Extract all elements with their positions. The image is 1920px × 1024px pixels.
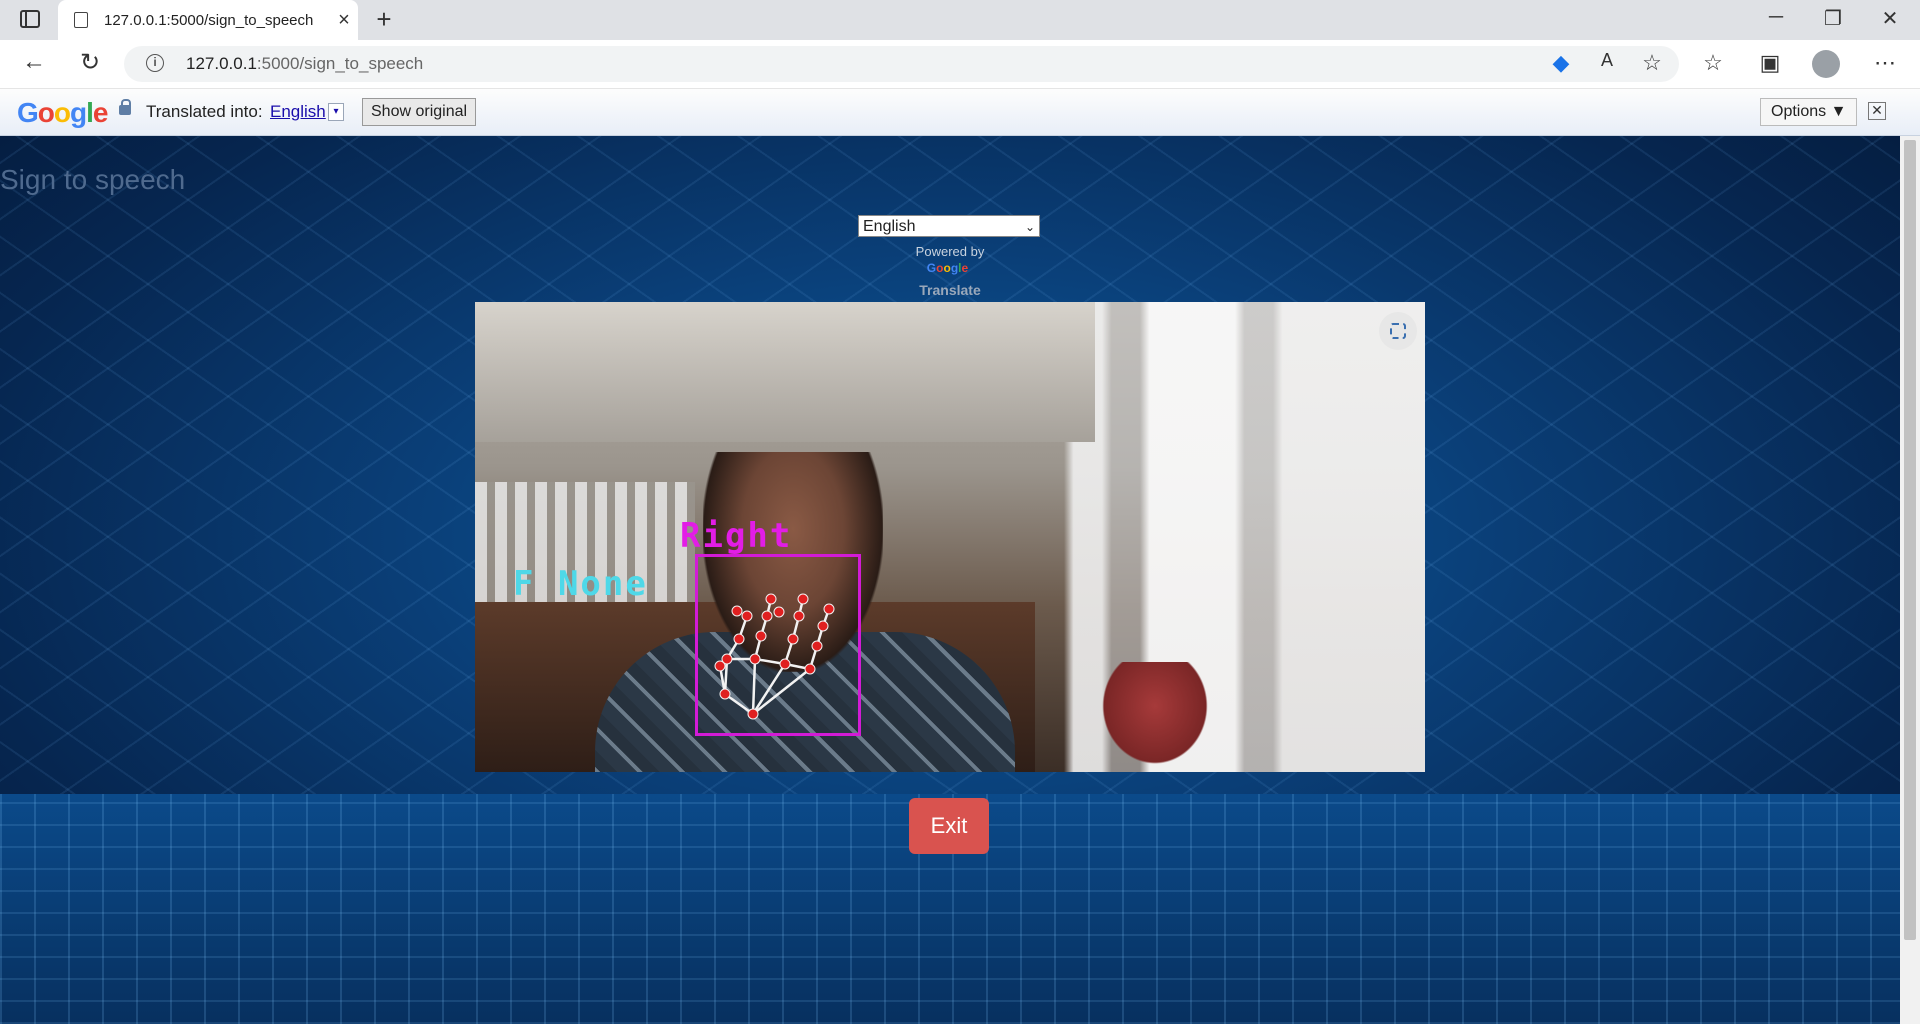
exit-button[interactable]: Exit bbox=[909, 798, 989, 854]
translated-into-label: Translated into: bbox=[146, 102, 263, 121]
address-bar: ← ↻ i 127.0.0.1:5000/sign_to_speech ◆ A … bbox=[0, 40, 1920, 89]
tab-bar: 127.0.0.1:5000/sign_to_speech × + ─ ❐ ✕ bbox=[0, 0, 1920, 40]
ceiling bbox=[475, 302, 1095, 442]
close-translate-bar-icon[interactable]: ✕ bbox=[1868, 102, 1886, 120]
google-small-logo: Google bbox=[926, 261, 969, 275]
url-text: 127.0.0.1:5000/sign_to_speech bbox=[186, 54, 424, 73]
close-window-button[interactable]: ✕ bbox=[1870, 6, 1910, 31]
chevron-down-icon: ⌄ bbox=[1024, 220, 1035, 234]
tab-actions-icon[interactable] bbox=[20, 10, 40, 28]
handedness-label: Right bbox=[680, 516, 793, 556]
lock-icon bbox=[119, 99, 131, 115]
add-favorite-icon[interactable]: ☆ bbox=[1637, 50, 1667, 76]
more-menu-icon[interactable]: ⋯ bbox=[1870, 50, 1900, 76]
browser-tab[interactable]: 127.0.0.1:5000/sign_to_speech × bbox=[58, 0, 358, 40]
powered-by-label: Powered by bbox=[915, 244, 985, 259]
scrollbar-thumb[interactable] bbox=[1904, 140, 1916, 940]
language-dropdown-icon[interactable]: ▾ bbox=[328, 103, 344, 121]
hand-landmarks bbox=[714, 593, 835, 720]
language-select[interactable]: English ⌄ bbox=[858, 215, 1040, 237]
collections-icon[interactable]: ▣ bbox=[1755, 50, 1785, 76]
url-field[interactable]: i 127.0.0.1:5000/sign_to_speech bbox=[124, 46, 1679, 82]
info-icon[interactable]: i bbox=[146, 54, 164, 72]
refresh-icon[interactable]: ↻ bbox=[72, 48, 108, 77]
shopping-tag-icon[interactable]: ◆ bbox=[1546, 50, 1576, 76]
scrollbar[interactable] bbox=[1900, 136, 1920, 1024]
close-tab-button[interactable]: × bbox=[330, 9, 358, 32]
show-original-button[interactable]: Show original bbox=[362, 98, 477, 126]
page-background: Sign to speech English ⌄ Powered by Goog… bbox=[0, 136, 1900, 1024]
prediction-label: F None bbox=[513, 564, 648, 604]
profile-avatar[interactable] bbox=[1812, 50, 1840, 78]
restore-button[interactable]: ❐ bbox=[1813, 6, 1853, 31]
google-logo: Google bbox=[17, 97, 108, 128]
options-button[interactable]: Options ▼ bbox=[1760, 98, 1858, 126]
google-translate-bar: Google Translated into: English ▾ Show o… bbox=[0, 89, 1920, 136]
red-chair bbox=[1095, 662, 1215, 772]
read-aloud-icon[interactable]: A bbox=[1592, 50, 1622, 71]
tab-title: 127.0.0.1:5000/sign_to_speech bbox=[104, 11, 314, 29]
new-tab-button[interactable]: + bbox=[368, 4, 400, 35]
translate-link[interactable]: Translate bbox=[900, 282, 1000, 298]
visual-search-icon[interactable] bbox=[1379, 312, 1417, 350]
page-title: Sign to speech bbox=[0, 164, 186, 195]
favorites-icon[interactable]: ☆ bbox=[1698, 50, 1728, 76]
back-icon[interactable]: ← bbox=[16, 48, 52, 76]
camera-feed: Right F None bbox=[475, 302, 1425, 772]
page-icon bbox=[74, 12, 88, 28]
language-select-value: English bbox=[863, 218, 916, 235]
language-link[interactable]: English bbox=[270, 102, 326, 122]
minimize-button[interactable]: ─ bbox=[1756, 6, 1796, 29]
